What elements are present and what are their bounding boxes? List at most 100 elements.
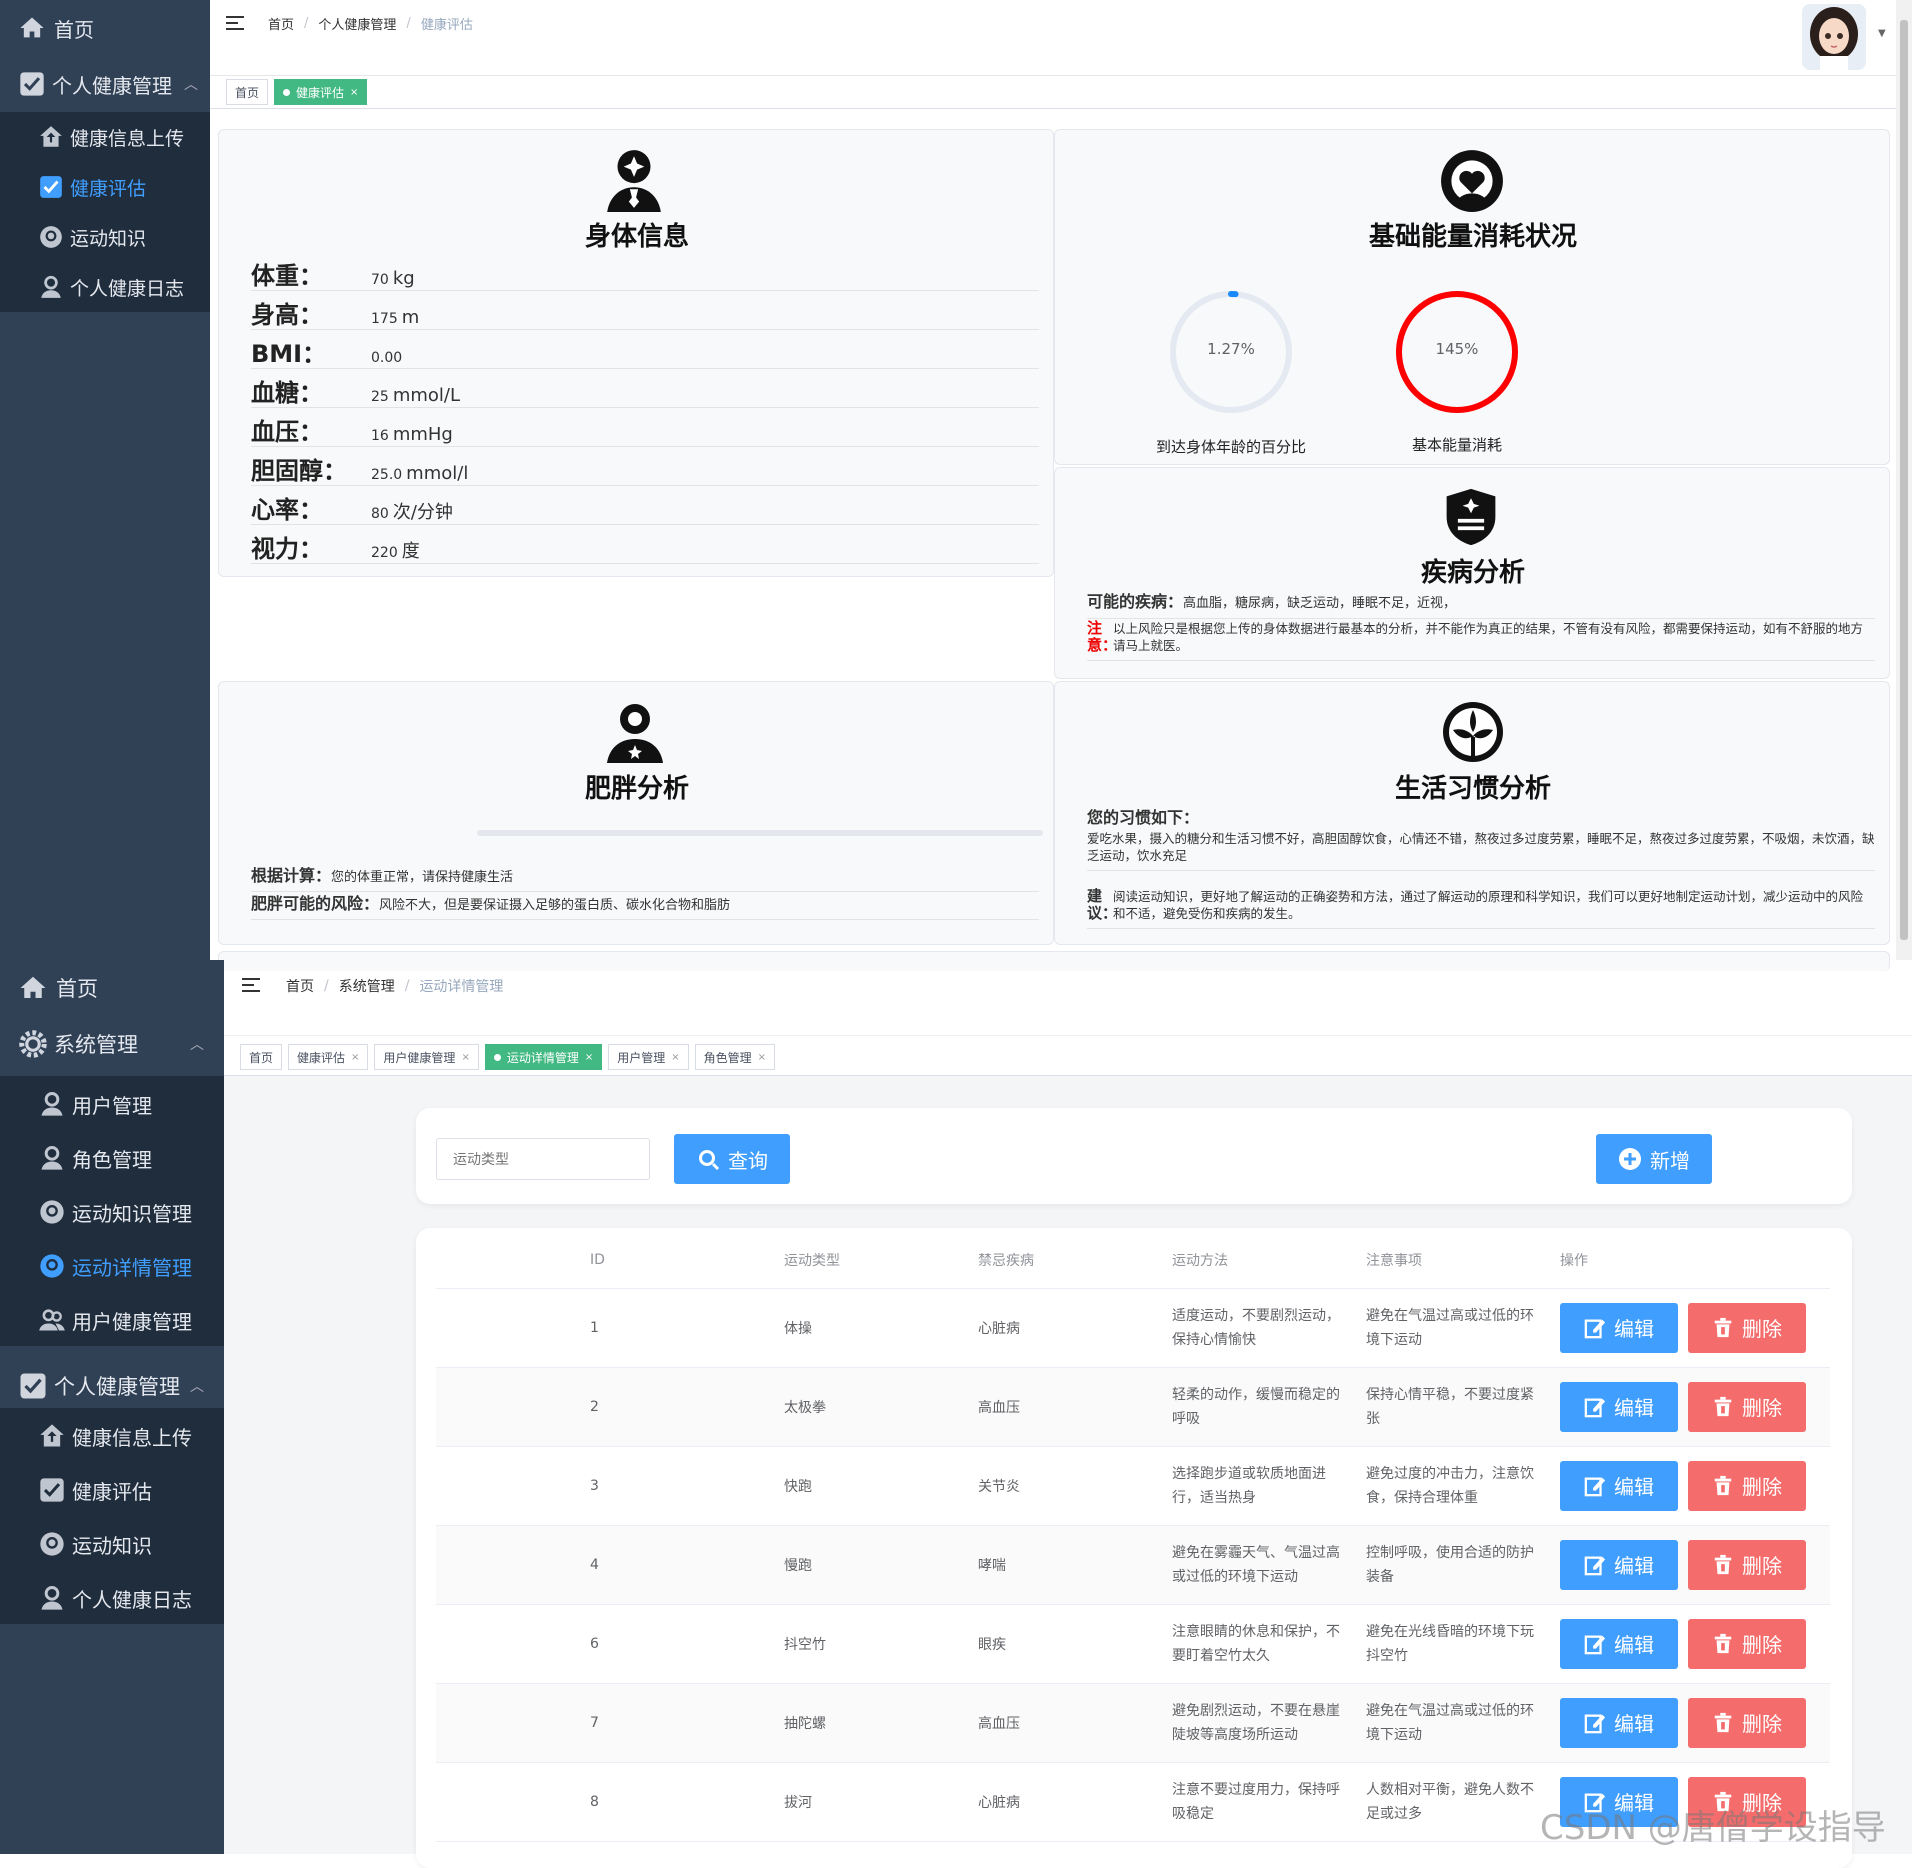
delete-button[interactable]: 删除 — [1688, 1539, 1806, 1590]
menu-sport-knowledge[interactable]: 运动知识 — [38, 220, 146, 254]
query-button[interactable]: 查询 — [674, 1134, 790, 1184]
cell-empty — [436, 1683, 590, 1763]
home-icon — [20, 17, 44, 38]
menu-label: 首页 — [54, 17, 94, 42]
row-label: 体重： — [251, 262, 323, 290]
delete-button[interactable]: 删除 — [1688, 1460, 1806, 1511]
tag-sport-detail-mgmt[interactable]: 运动详情管理 × — [484, 1044, 603, 1070]
tag-home[interactable]: 首页 — [240, 1044, 283, 1070]
delete-button[interactable]: 删除 — [1688, 1381, 1806, 1432]
menu-group-system[interactable]: 系统管理 ︿ — [18, 1026, 204, 1062]
cell-method-text: 避免剧烈运动，不要在悬崖陡坡等高度场所运动 — [1172, 1702, 1340, 1743]
row-label: 胆固醇： — [251, 457, 347, 485]
menu-label: 系统管理 — [54, 1033, 138, 1057]
tag-user-health-mgmt[interactable]: 用户健康管理 × — [374, 1044, 479, 1070]
cell-method: 选择跑步道或软质地面进行，适当热身 — [1172, 1446, 1366, 1526]
close-icon[interactable]: × — [350, 87, 358, 98]
tag-user-mgmt[interactable]: 用户管理 × — [608, 1044, 689, 1070]
search-input[interactable] — [436, 1138, 650, 1180]
menu-sport-detail-mgmt[interactable]: 运动详情管理 — [38, 1248, 192, 1284]
tag-label: 首页 — [235, 85, 260, 100]
breadcrumb-item[interactable]: 首页 — [268, 14, 294, 33]
close-icon[interactable]: × — [758, 1052, 766, 1063]
cell-actions: 编辑 删除 — [1560, 1367, 1830, 1447]
menu-user-mgmt[interactable]: 用户管理 — [38, 1086, 152, 1122]
cell-note-text: 避免在气温过高或过低的环境下运动 — [1366, 1702, 1534, 1743]
scrollbar-1[interactable] — [1896, 0, 1912, 960]
table-row: 6 抖空竹 眼疾 注意眼睛的休息和保护，不要盯着空竹太久 避免在光线昏暗的环境下玩抖空竹… — [436, 1604, 1830, 1684]
cell-id: 2 — [590, 1367, 784, 1447]
chevron-up-icon: ︿ — [190, 1037, 204, 1053]
cell-id: 6 — [590, 1604, 784, 1684]
note-label: 注意： — [1087, 619, 1118, 654]
edit-button[interactable]: 编辑 — [1560, 1302, 1678, 1353]
disease-note: 注意： 以上风险只是根据您上传的身体数据进行最基本的分析，并不能作为真正的结果，… — [1087, 620, 1875, 661]
body-info-list: 体重： 70 kg 身高： 175 m BMI： 0.00 血糖： 25 mmol/L 血压：… — [251, 252, 1039, 564]
menu-home[interactable]: 首页 — [18, 970, 98, 1006]
edit-button[interactable]: 编辑 — [1560, 1460, 1678, 1511]
breadcrumb-item[interactable]: 个人健康管理 — [318, 14, 396, 33]
cell-type: 体操 — [784, 1288, 978, 1368]
hamburger-icon[interactable] — [242, 978, 260, 994]
tag-label: 健康评估 — [297, 1050, 346, 1065]
add-button[interactable]: 新增 — [1596, 1134, 1712, 1184]
breadcrumb-item[interactable]: 系统管理 — [339, 976, 395, 996]
tag-health-eval[interactable]: 健康评估 × — [274, 79, 368, 105]
delete-button[interactable]: 删除 — [1688, 1697, 1806, 1748]
menu-health-upload[interactable]: 健康信息上传 — [38, 1418, 192, 1454]
scrollbar-thumb[interactable] — [1900, 20, 1908, 940]
menu-role-mgmt[interactable]: 角色管理 — [38, 1140, 152, 1176]
close-icon[interactable]: × — [461, 1052, 469, 1063]
menu-health-log[interactable]: 个人健康日志 — [38, 270, 184, 304]
row-value: 175 — [371, 311, 398, 327]
close-icon[interactable]: × — [585, 1052, 593, 1063]
delete-button[interactable]: 删除 — [1688, 1302, 1806, 1353]
body-info-title: 身体信息 — [584, 222, 689, 252]
chevron-up-icon: ︿ — [190, 1379, 204, 1395]
navbar-2: 首页 / 系统管理 / 运动详情管理 — [224, 960, 1912, 1036]
cell-type: 快跑 — [784, 1446, 978, 1526]
row-value: 70 — [371, 272, 389, 288]
edit-button[interactable]: 编辑 — [1560, 1697, 1678, 1748]
table-card: ID 运动类型 禁忌疾病 运动方法 注意事项 操作 1 体操 心脏病 适度运动，不要剧… — [416, 1228, 1852, 1868]
hamburger-icon[interactable] — [226, 16, 244, 32]
breadcrumb-item[interactable]: 首页 — [286, 976, 314, 996]
caret-down-icon[interactable]: ▼ — [1878, 28, 1886, 39]
tag-health-eval[interactable]: 健康评估 × — [288, 1044, 369, 1070]
search-icon — [699, 1150, 720, 1171]
cell-actions: 编辑 删除 — [1560, 1683, 1830, 1763]
edit-button[interactable]: 编辑 — [1560, 1381, 1678, 1432]
cell-actions: 编辑 删除 — [1560, 1446, 1830, 1526]
sidebar-1: 首页 个人健康管理 ︿ 健康信息上传 健康评估 运动知识 个人健康日志 — [0, 0, 210, 960]
cell-method-text: 轻柔的动作，缓慢而稳定的呼吸 — [1172, 1386, 1340, 1427]
shield-icon — [1446, 488, 1496, 546]
menu-sport-knowledge[interactable]: 运动知识 — [38, 1526, 152, 1562]
edit-label: 编辑 — [1614, 1554, 1654, 1578]
delete-button[interactable]: 删除 — [1688, 1618, 1806, 1669]
cell-method-text: 避免在雾霾天气、气温过高或过低的环境下运动 — [1172, 1544, 1340, 1585]
tag-home[interactable]: 首页 — [226, 79, 269, 105]
menu-health-eval[interactable]: 健康评估 — [38, 170, 146, 204]
close-icon[interactable]: × — [671, 1052, 679, 1063]
tag-role-mgmt[interactable]: 角色管理 × — [694, 1044, 776, 1070]
menu-home[interactable]: 首页 — [18, 10, 94, 46]
table-header: ID 运动类型 禁忌疾病 运动方法 注意事项 操作 — [436, 1232, 1830, 1289]
menu-group-personal[interactable]: 个人健康管理 ︿ — [18, 66, 198, 102]
menu-health-log[interactable]: 个人健康日志 — [38, 1580, 192, 1616]
menu-sport-knowledge-mgmt[interactable]: 运动知识管理 — [38, 1194, 192, 1230]
row-value: 80 — [371, 506, 389, 522]
menu-health-eval[interactable]: 健康评估 — [38, 1472, 152, 1508]
menu-group-personal[interactable]: 个人健康管理 ︿ — [18, 1368, 204, 1404]
close-icon[interactable]: × — [351, 1052, 359, 1063]
menu-health-upload[interactable]: 健康信息上传 — [38, 120, 184, 154]
row-unit: mmHg — [392, 424, 453, 445]
breadcrumb-current: 健康评估 — [420, 18, 473, 33]
avatar[interactable] — [1802, 4, 1866, 70]
user-icon — [41, 1146, 63, 1170]
menu-user-health-mgmt[interactable]: 用户健康管理 — [38, 1302, 192, 1338]
edit-button[interactable]: 编辑 — [1560, 1539, 1678, 1590]
cell-taboo: 心脏病 — [978, 1288, 1172, 1368]
checkbox-icon — [40, 1478, 64, 1502]
cell-type: 太极拳 — [784, 1367, 978, 1447]
edit-button[interactable]: 编辑 — [1560, 1618, 1678, 1669]
